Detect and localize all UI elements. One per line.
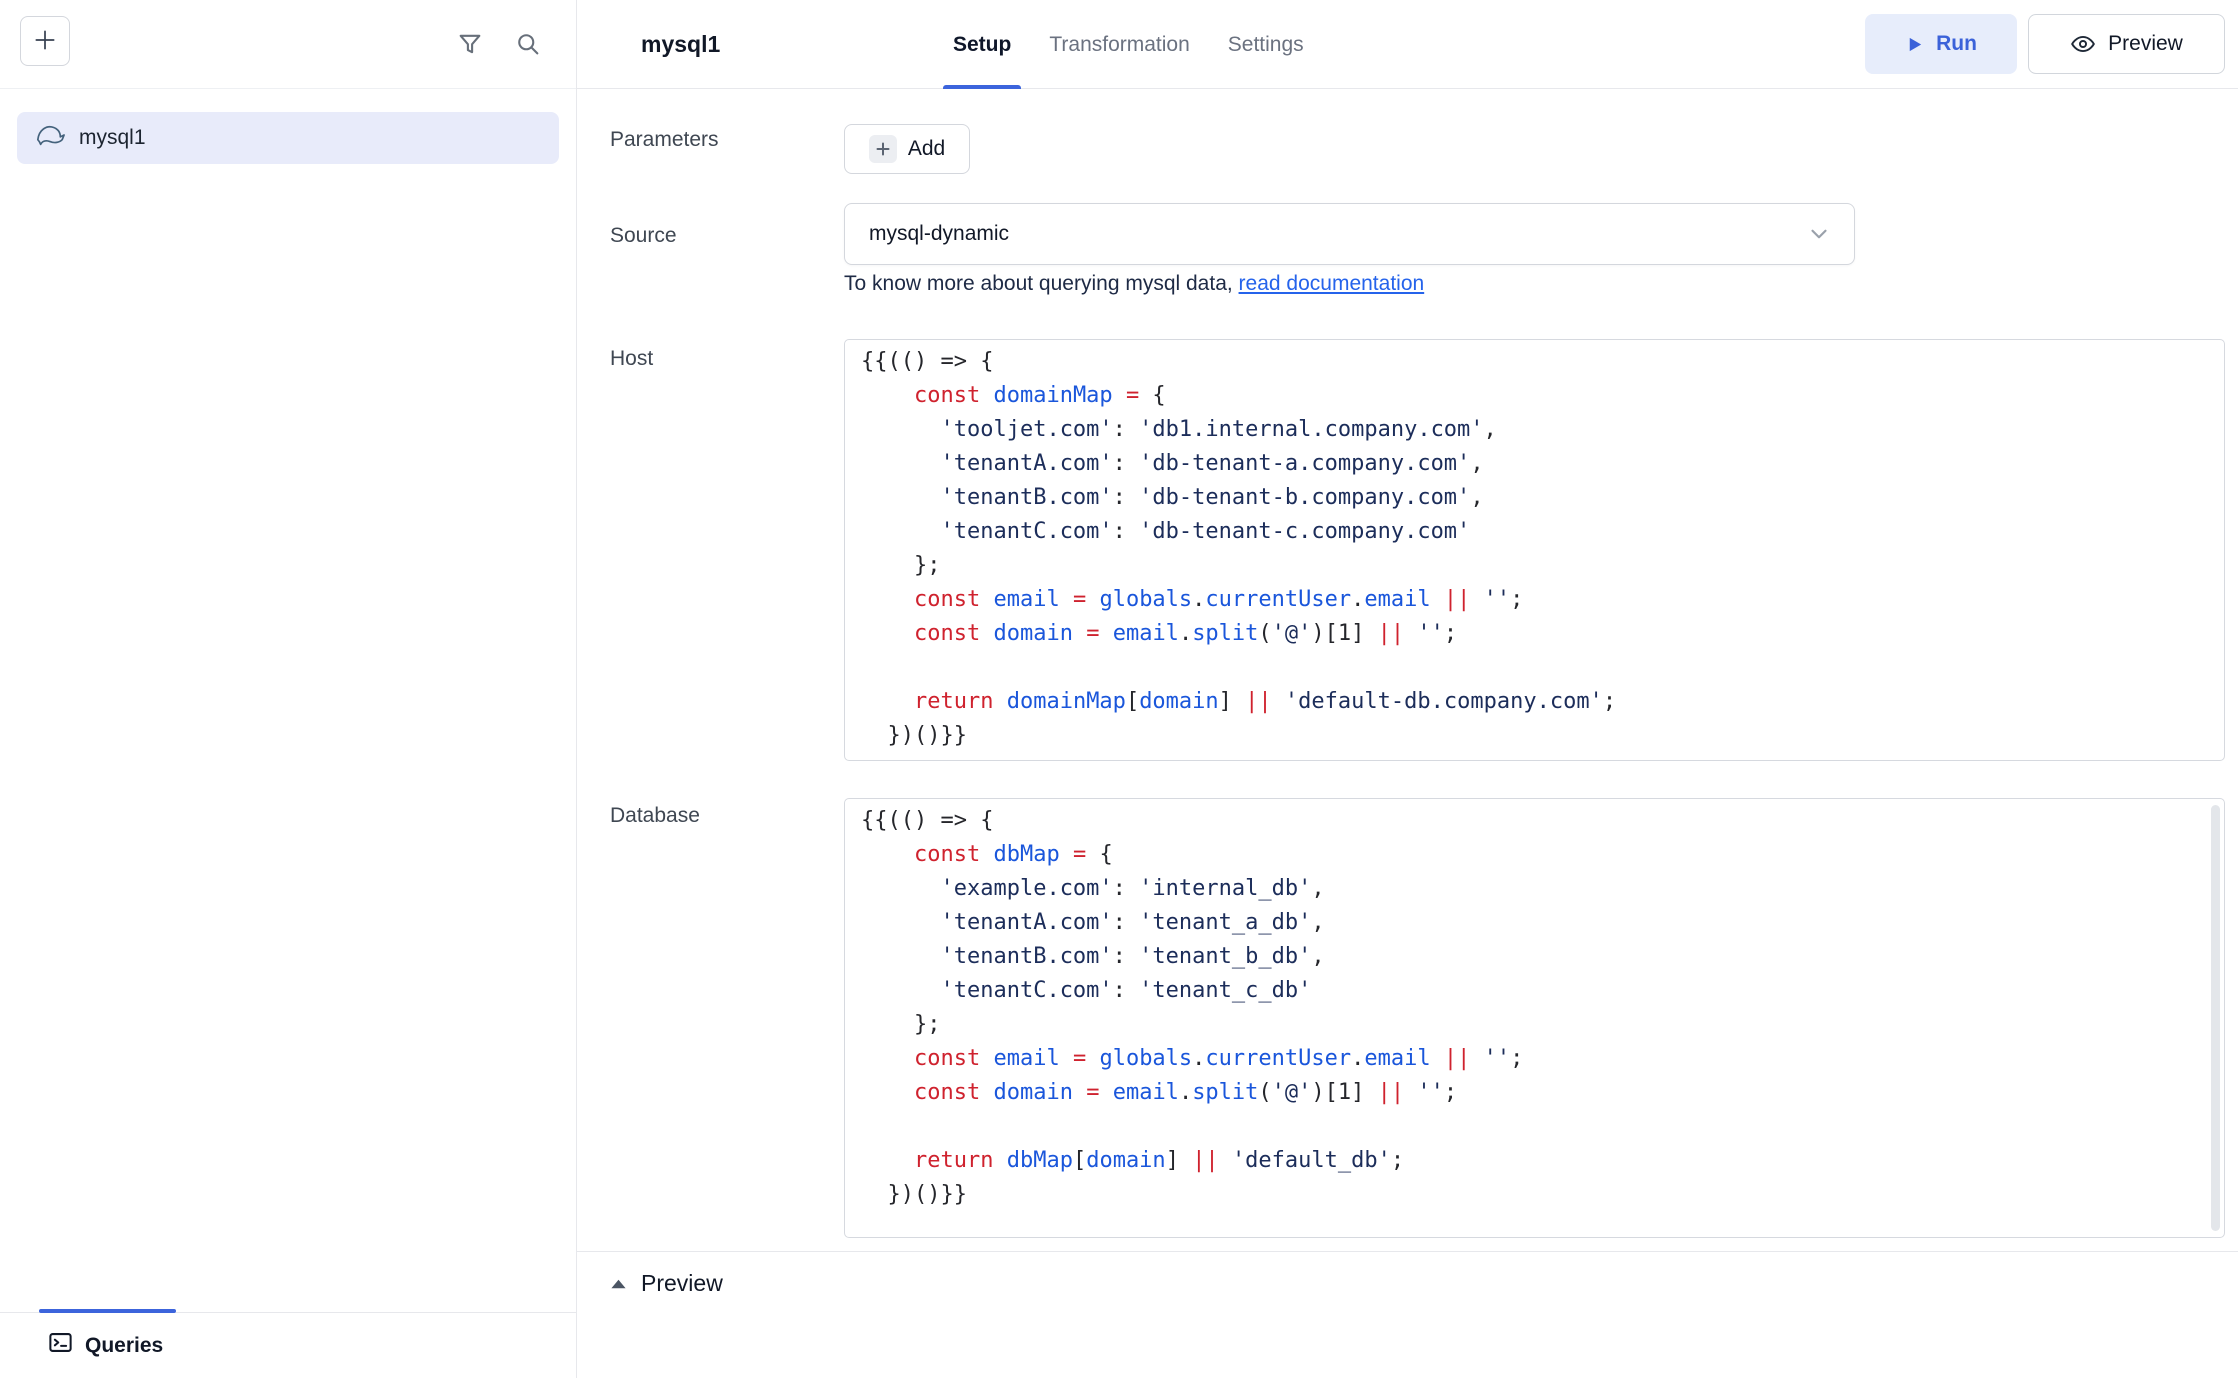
sidebar-toolbar: [0, 0, 576, 89]
database-editor-scrollbar[interactable]: [2211, 805, 2220, 1231]
code-line: const dbMap = {: [861, 838, 2208, 872]
query-editor-header: mysql1 Setup Transformation Settings Run…: [577, 0, 2238, 89]
add-parameter-label: Add: [908, 137, 945, 161]
parameters-label: Parameters: [610, 128, 719, 152]
code-line: 'tenantB.com': 'tenant_b_db',: [861, 940, 2208, 974]
code-line: const email = globals.currentUser.email …: [861, 1042, 2208, 1076]
code-line: [861, 1110, 2208, 1144]
source-helper-text: To know more about querying mysql data, …: [844, 272, 1424, 296]
plus-icon: [32, 27, 58, 56]
run-button[interactable]: Run: [1865, 14, 2017, 74]
code-line: 'tenantC.com': 'tenant_c_db': [861, 974, 2208, 1008]
code-line: 'tenantA.com': 'db-tenant-a.company.com'…: [861, 447, 2208, 481]
code-line: };: [861, 1008, 2208, 1042]
read-documentation-link[interactable]: read documentation: [1239, 272, 1425, 295]
code-line: const email = globals.currentUser.email …: [861, 583, 2208, 617]
preview-section: Preview: [577, 1251, 2238, 1378]
preview-section-toggle[interactable]: Preview: [610, 1270, 723, 1297]
code-line: return domainMap[domain] || 'default-db.…: [861, 685, 2208, 719]
add-parameter-plus-icon: [869, 135, 897, 163]
code-line: const domain = email.split('@')[1] || ''…: [861, 1076, 2208, 1110]
helper-prefix: To know more about querying mysql data,: [844, 272, 1239, 295]
run-button-label: Run: [1936, 32, 1977, 56]
code-line: [861, 651, 2208, 685]
preview-button-label: Preview: [2108, 32, 2183, 56]
editor-tabs: Setup Transformation Settings: [953, 0, 1304, 89]
tab-transformation[interactable]: Transformation: [1049, 0, 1189, 89]
tab-setup[interactable]: Setup: [953, 0, 1011, 89]
code-line: 'example.com': 'internal_db',: [861, 872, 2208, 906]
tab-settings[interactable]: Settings: [1228, 0, 1304, 89]
code-line: 'tenantC.com': 'db-tenant-c.company.com': [861, 515, 2208, 549]
query-list-item-mysql1[interactable]: mysql1: [17, 112, 559, 164]
code-line: const domain = email.split('@')[1] || ''…: [861, 617, 2208, 651]
host-code-editor[interactable]: {{(() => { const domainMap = { 'tooljet.…: [844, 339, 2225, 761]
code-line: const domainMap = {: [861, 379, 2208, 413]
code-line: })()}}: [861, 1178, 2208, 1212]
source-dropdown-value: mysql-dynamic: [869, 222, 1009, 246]
code-line: {{(() => {: [861, 345, 2208, 379]
code-line: 'tenantA.com': 'tenant_a_db',: [861, 906, 2208, 940]
chevron-down-icon: [1806, 221, 1832, 247]
source-label: Source: [610, 224, 677, 248]
code-line: };: [861, 549, 2208, 583]
queries-panel-tab[interactable]: Queries: [0, 1313, 576, 1378]
database-code-editor[interactable]: {{(() => { const dbMap = { 'example.com'…: [844, 798, 2225, 1238]
filter-icon[interactable]: [456, 30, 484, 58]
host-label: Host: [610, 347, 653, 371]
queries-tab-label: Queries: [85, 1334, 163, 1358]
collapse-up-icon: [610, 1278, 627, 1290]
queries-console-icon: [47, 1329, 74, 1362]
code-line: {{(() => {: [861, 804, 2208, 838]
query-list-sidebar: mysql1 Queries: [0, 0, 577, 1378]
add-parameter-button[interactable]: Add: [844, 124, 970, 174]
query-item-label: mysql1: [79, 126, 146, 150]
add-query-button[interactable]: [20, 16, 70, 66]
query-name-title[interactable]: mysql1: [641, 0, 720, 89]
source-dropdown[interactable]: mysql-dynamic: [844, 203, 1855, 265]
database-label: Database: [610, 804, 700, 828]
code-line: return dbMap[domain] || 'default_db';: [861, 1144, 2208, 1178]
code-line: 'tooljet.com': 'db1.internal.company.com…: [861, 413, 2208, 447]
play-icon: [1905, 35, 1924, 54]
preview-section-title: Preview: [641, 1270, 723, 1297]
mysql-icon: [35, 120, 65, 156]
code-line: 'tenantB.com': 'db-tenant-b.company.com'…: [861, 481, 2208, 515]
eye-icon: [2070, 31, 2096, 57]
search-icon[interactable]: [514, 30, 542, 58]
code-line: })()}}: [861, 719, 2208, 753]
query-editor-panel: mysql1 Setup Transformation Settings Run…: [577, 0, 2238, 1378]
preview-button[interactable]: Preview: [2028, 14, 2225, 74]
